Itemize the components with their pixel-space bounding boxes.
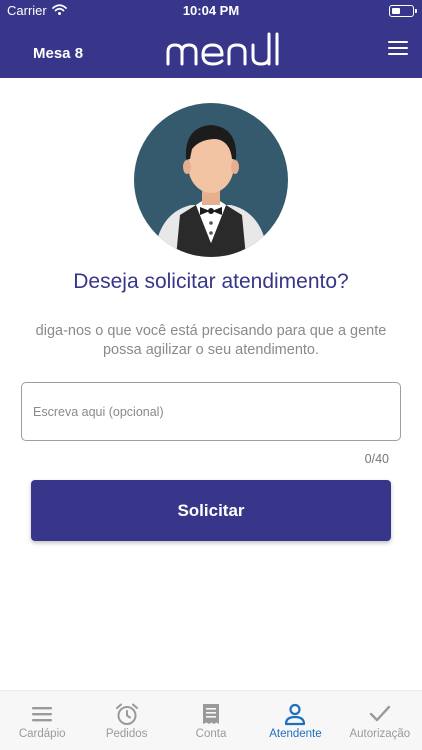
character-counter: 0/40 [364, 452, 389, 466]
tab-label: Cardápio [18, 728, 66, 740]
status-time: 10:04 PM [182, 3, 240, 18]
tab-label: Autorização [349, 728, 411, 740]
alarm-clock-icon [115, 703, 138, 725]
tab-label: Atendente [269, 728, 322, 740]
receipt-icon [203, 704, 220, 724]
table-label: Mesa 8 [33, 45, 84, 62]
tab-cardapio[interactable]: Cardápio [0, 691, 84, 750]
checkmark-icon [369, 705, 391, 722]
hamburger-menu-icon[interactable] [388, 41, 408, 56]
status-bar: Carrier 10:04 PM [0, 0, 422, 22]
tab-pedidos[interactable]: Pedidos [84, 691, 168, 750]
bottom-tab-bar: Cardápio Pedidos Conta Atendente Autoriz… [0, 690, 422, 750]
tab-label: Pedidos [105, 728, 148, 740]
menu-logo [166, 32, 279, 66]
request-note-field [21, 382, 401, 441]
person-icon [285, 703, 306, 726]
waiter-avatar [134, 103, 288, 257]
request-subtitle: diga-nos o que você está precisando para… [35, 323, 387, 358]
tab-conta[interactable]: Conta [169, 691, 253, 750]
app-header: Carrier 10:04 PM Mesa 8 [0, 0, 422, 78]
request-title: Deseja solicitar atendimento? [73, 270, 349, 293]
tab-autorizacao[interactable]: Autorização [338, 691, 422, 750]
request-button[interactable]: Solicitar [31, 480, 391, 541]
tab-atendente[interactable]: Atendente [253, 691, 337, 750]
list-icon [32, 707, 53, 722]
battery-icon [389, 5, 417, 17]
request-note-input[interactable] [22, 383, 400, 440]
tab-label: Conta [195, 728, 227, 740]
